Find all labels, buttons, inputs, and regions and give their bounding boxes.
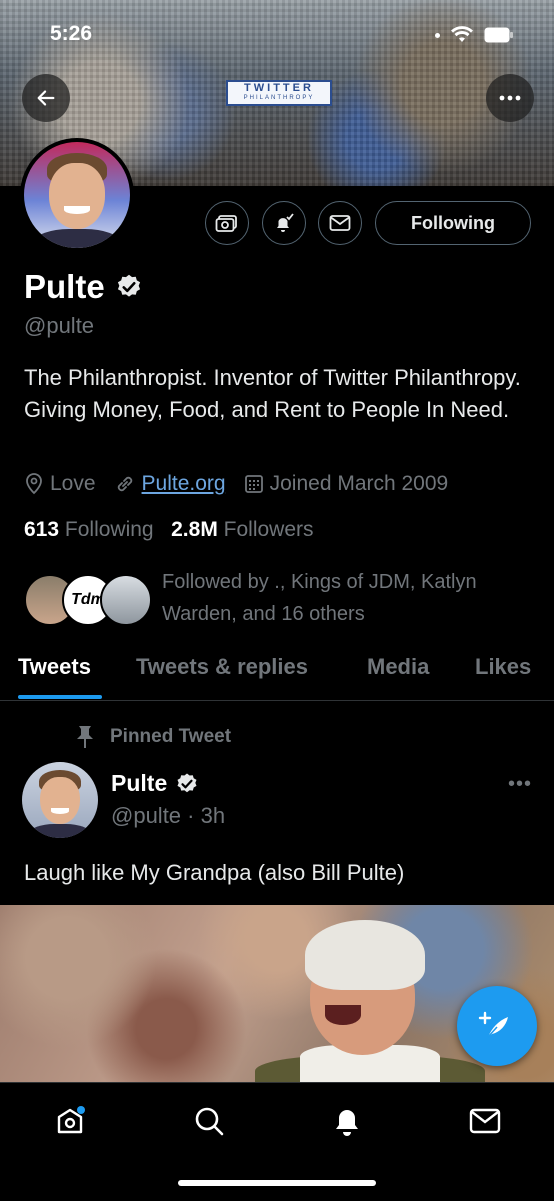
- following-count: 613: [24, 518, 60, 541]
- compose-tweet-button[interactable]: [457, 986, 537, 1066]
- tab-likes[interactable]: Likes: [475, 654, 531, 680]
- tweet-author-avatar[interactable]: [22, 762, 98, 838]
- pinned-tweet-label: Pinned Tweet: [74, 724, 231, 750]
- nav-home[interactable]: [50, 1101, 90, 1141]
- image-figure-hair: [305, 920, 425, 990]
- follow-counts: 613 Following 2.8M Followers: [24, 518, 314, 542]
- tweet-more-button[interactable]: •••: [508, 773, 532, 796]
- profile-avatar[interactable]: [20, 138, 134, 252]
- tweet-author-handle-row: @pulte · 3h: [111, 803, 225, 829]
- tweet-author-name-row[interactable]: Pulte: [111, 770, 199, 797]
- website-item[interactable]: Pulte.org: [114, 472, 226, 496]
- search-icon: [195, 1107, 224, 1136]
- followers-count: 2.8M: [171, 518, 218, 541]
- location-pin-icon: [26, 473, 42, 495]
- bell-check-icon: [277, 213, 294, 232]
- active-tab-indicator: [18, 695, 102, 699]
- tweet-separator: ·: [181, 803, 201, 828]
- profile-tabs: Tweets Tweets & replies Media Likes: [0, 648, 554, 701]
- profile-name: Pulte: [24, 268, 105, 305]
- tip-button[interactable]: [205, 201, 249, 245]
- banner-logo-line1: TWITTER: [244, 82, 314, 94]
- following-count-link[interactable]: 613 Following: [24, 518, 154, 541]
- joined-text: Joined March 2009: [269, 472, 449, 495]
- pinned-tweet-text: Pinned Tweet: [110, 726, 232, 747]
- profile-meta: Love Pulte.org Joined March 2009: [24, 472, 466, 496]
- verified-badge-icon: [117, 274, 140, 297]
- followed-by-text[interactable]: Followed by ., Kings of JDM, Katlyn Ward…: [162, 566, 542, 630]
- status-time: 5:26: [50, 22, 93, 45]
- home-indicator: [178, 1180, 376, 1186]
- message-button[interactable]: [318, 201, 362, 245]
- battery-icon: [484, 27, 513, 43]
- home-icon: [57, 1106, 85, 1134]
- arrow-left-icon: [37, 90, 55, 106]
- tweet-author-name: Pulte: [111, 770, 168, 796]
- mail-icon: [329, 215, 351, 231]
- wifi-icon: [451, 26, 473, 42]
- banner-logo-line2: PHILANTHROPY: [243, 95, 315, 101]
- location-item: Love: [24, 472, 96, 496]
- tab-media[interactable]: Media: [367, 654, 429, 680]
- banner-logo: TWITTER PHILANTHROPY: [226, 80, 332, 106]
- tweet-author-handle: @pulte: [111, 803, 182, 828]
- followed-by-avatars[interactable]: Tdm: [24, 574, 152, 628]
- bell-icon: [336, 1110, 358, 1136]
- tab-tweets[interactable]: Tweets: [18, 654, 91, 680]
- notifications-button[interactable]: [262, 201, 306, 245]
- joined-item: Joined March 2009: [244, 472, 449, 496]
- tweet-avatar-image: [22, 762, 98, 838]
- tweet-text: Laugh like My Grandpa (also Bill Pulte): [24, 860, 405, 885]
- calendar-icon: [244, 475, 263, 493]
- profile-handle: @pulte: [24, 313, 95, 338]
- signal-dot-icon: [435, 32, 440, 38]
- nav-messages[interactable]: [465, 1101, 505, 1141]
- profile-name-row: Pulte: [24, 268, 143, 306]
- status-icons: [435, 26, 514, 44]
- verified-badge-icon: [177, 773, 197, 792]
- more-horizontal-icon: [499, 95, 521, 101]
- nav-search[interactable]: [189, 1101, 229, 1141]
- avatar-image: [24, 142, 130, 248]
- mail-icon: [469, 1108, 501, 1134]
- follower-avatar-3: [100, 574, 152, 626]
- image-figure-mouth: [325, 1005, 361, 1025]
- back-button[interactable]: [22, 74, 70, 122]
- feather-plus-icon: [478, 1011, 508, 1038]
- following-label: Following: [64, 518, 154, 541]
- pin-icon: [77, 726, 93, 748]
- profile-bio: The Philanthropist. Inventor of Twitter …: [24, 365, 521, 422]
- following-button[interactable]: Following: [375, 201, 531, 245]
- nav-notifications[interactable]: [327, 1101, 367, 1141]
- website-link[interactable]: Pulte.org: [142, 472, 226, 496]
- followers-label: Followers: [223, 518, 314, 541]
- location-text: Love: [50, 472, 96, 495]
- followers-count-link[interactable]: 2.8M Followers: [171, 518, 313, 541]
- more-options-button[interactable]: [486, 74, 534, 122]
- money-icon: [215, 215, 237, 232]
- link-icon: [117, 476, 132, 492]
- tab-tweets-replies[interactable]: Tweets & replies: [136, 654, 308, 680]
- tweet-time: 3h: [200, 803, 226, 828]
